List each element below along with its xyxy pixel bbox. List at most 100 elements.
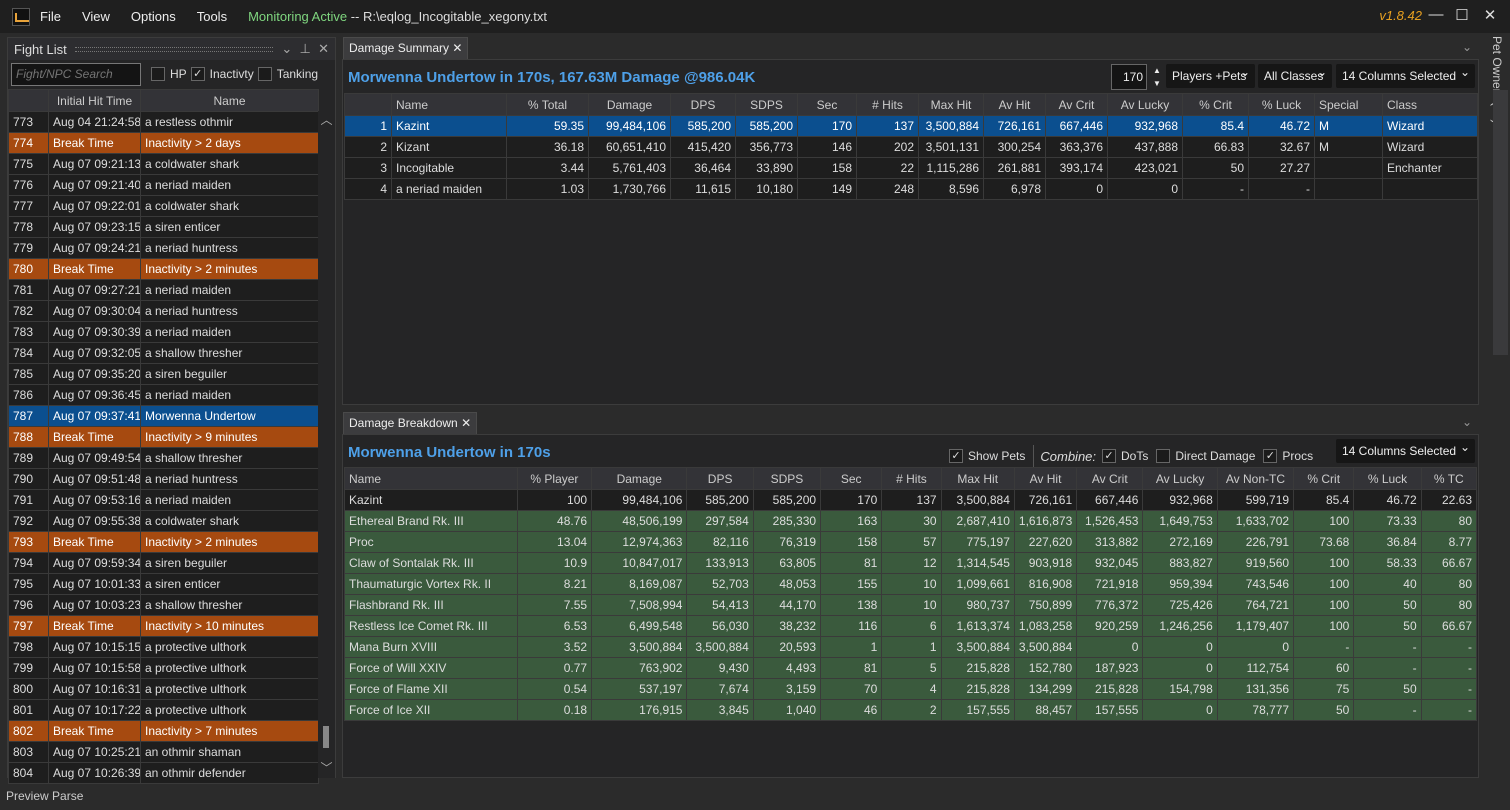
close-tab-icon[interactable]: ✕ (461, 416, 471, 430)
column-header[interactable]: DPS (670, 93, 736, 116)
column-header[interactable]: % Crit (1182, 93, 1249, 116)
fight-row[interactable]: 798 Aug 07 10:15:15 a protective ulthork (8, 636, 319, 658)
table-row[interactable]: 2 Kizant 36.18 60,651,410 415,420 356,773 146 2… (344, 136, 1478, 158)
column-header[interactable]: Max Hit (940, 467, 1015, 490)
columns-dropdown[interactable]: 14 Columns Selected (1336, 64, 1475, 88)
tab-damage-summary[interactable]: Damage Summary ✕ (343, 37, 469, 59)
close-tab-icon[interactable]: ✕ (452, 41, 462, 55)
fight-search-input[interactable] (11, 62, 141, 86)
fight-row[interactable]: 791 Aug 07 09:53:16 a neriad maiden (8, 489, 319, 511)
table-row[interactable]: Ethereal Brand Rk. III 48.76 48,506,199 297… (344, 510, 1478, 532)
scroll-up-icon[interactable]: ︿ (318, 111, 335, 128)
pin-icon[interactable]: ⊥ (300, 41, 311, 57)
column-header[interactable]: Av Non-TC (1216, 467, 1295, 490)
option-inactivty[interactable]: ✓ Inactivty (190, 67, 254, 81)
show-pets-checkbox[interactable]: ✓ (949, 449, 963, 463)
table-row[interactable]: Claw of Sontalak Rk. III 10.9 10,847,017 13… (344, 552, 1478, 574)
table-row[interactable]: Mana Burn XVIII 3.52 3,500,884 3,500,884 20,… (344, 636, 1478, 658)
panel-menu-icon[interactable]: ⌄ (1462, 40, 1472, 54)
minimize-button[interactable]: — (1426, 6, 1446, 26)
column-header[interactable]: Special (1314, 93, 1383, 116)
fight-row[interactable]: 781 Aug 07 09:27:21 a neriad maiden (8, 279, 319, 301)
fight-list-scrollbar[interactable]: ︿ ﹀ (318, 111, 335, 778)
tanking-checkbox[interactable] (257, 67, 272, 81)
hp-checkbox[interactable] (151, 67, 165, 81)
menu-options[interactable]: Options (131, 9, 176, 24)
fight-row[interactable]: 794 Aug 07 09:59:34 a siren beguiler (8, 552, 319, 574)
column-header[interactable] (8, 89, 49, 112)
break-row[interactable]: 797 Break Time Inactivity > 10 minutes (8, 615, 319, 637)
column-header[interactable]: % TC (1420, 467, 1478, 490)
column-header[interactable]: Av Crit (1076, 467, 1144, 490)
column-header[interactable]: Damage (591, 467, 688, 490)
table-row[interactable]: 3 Incogitable 3.44 5,761,403 36,464 33,890 158… (344, 157, 1478, 179)
break-row[interactable]: 774 Break Time Inactivity > 2 days (8, 132, 319, 154)
column-header[interactable]: Name (140, 89, 319, 112)
table-row[interactable]: Proc 13.04 12,974,363 82,116 76,319 158 57 775,… (344, 531, 1478, 553)
column-header[interactable]: % Luck (1248, 93, 1315, 116)
fight-row[interactable]: 778 Aug 07 09:23:15 a siren enticer (8, 216, 319, 238)
side-scrollbar[interactable] (1493, 90, 1508, 355)
column-header[interactable]: # Hits (881, 467, 942, 490)
time-input[interactable]: 170 (1111, 64, 1147, 90)
table-row[interactable]: 4a neriad maiden 1.03 1,730,766 11,615 10,18… (344, 178, 1478, 200)
player-filter-dropdown[interactable]: Players +Pets (1166, 64, 1255, 88)
column-header[interactable]: Av Hit (1013, 467, 1078, 490)
fight-row[interactable]: 782 Aug 07 09:30:04 a neriad huntress (8, 300, 319, 322)
close-button[interactable]: ✕ (1480, 6, 1500, 26)
column-header[interactable]: Name (391, 93, 507, 116)
scroll-thumb[interactable] (323, 726, 329, 748)
fight-row[interactable]: 795 Aug 07 10:01:33 a siren enticer (8, 573, 319, 595)
table-row[interactable]: Force of Ice XII 0.18 176,915 3,845 1,040 46 2… (344, 699, 1478, 721)
fight-row[interactable]: 784 Aug 07 09:32:05 a shallow thresher (8, 342, 319, 364)
fight-row[interactable]: 783 Aug 07 09:30:39 a neriad maiden (8, 321, 319, 343)
procs-checkbox[interactable]: ✓ (1263, 449, 1278, 463)
column-header[interactable]: Av Lucky (1142, 467, 1218, 490)
fight-row[interactable]: 786 Aug 07 09:36:45 a neriad maiden (8, 384, 319, 406)
column-header[interactable]: Name (344, 467, 518, 490)
table-row[interactable]: Kazint 100 99,484,106 585,200 585,200 170 137 3… (344, 489, 1478, 511)
table-row[interactable]: Force of Will XXIV 0.77 763,902 9,430 4,493 8… (344, 657, 1478, 679)
fight-row[interactable]: 792 Aug 07 09:55:38 a coldwater shark (8, 510, 319, 532)
column-header[interactable]: Sec (797, 93, 857, 116)
break-row[interactable]: 793 Break Time Inactivity > 2 minutes (8, 531, 319, 553)
fight-row[interactable]: 776 Aug 07 09:21:40 a neriad maiden (8, 174, 319, 196)
table-row[interactable]: 1 Kazint 59.35 99,484,106 585,200 585,200 170 1… (344, 115, 1478, 137)
column-header[interactable]: SDPS (735, 93, 798, 116)
break-row[interactable]: 788 Break Time Inactivity > 9 minutes (8, 426, 319, 448)
column-header[interactable]: # Hits (856, 93, 919, 116)
fight-row[interactable]: 777 Aug 07 09:22:01 a coldwater shark (8, 195, 319, 217)
panel-menu-icon[interactable]: ⌄ (1462, 415, 1472, 429)
column-header[interactable]: Av Crit (1045, 93, 1108, 116)
fight-row[interactable]: 801 Aug 07 10:17:22 a protective ulthork (8, 699, 319, 721)
fight-row[interactable]: 799 Aug 07 10:15:58 a protective ulthork (8, 657, 319, 679)
fight-row[interactable]: 803 Aug 07 10:25:21 an othmir shaman (8, 741, 319, 763)
scroll-down-icon[interactable]: ﹀ (318, 759, 335, 776)
dropdown-icon[interactable]: ⌄ (281, 41, 292, 57)
break-row[interactable]: 802 Break Time Inactivity > 7 minutes (8, 720, 319, 742)
fight-row[interactable]: 796 Aug 07 10:03:23 a shallow thresher (8, 594, 319, 616)
column-header[interactable]: Initial Hit Time (48, 89, 141, 112)
fight-row[interactable]: 789 Aug 07 09:49:54 a shallow thresher (8, 447, 319, 469)
fight-row[interactable]: 775 Aug 07 09:21:13 a coldwater shark (8, 153, 319, 175)
column-header[interactable]: % Luck (1353, 467, 1422, 490)
option-tanking[interactable]: Tanking (257, 67, 318, 81)
maximize-button[interactable]: ☐ (1452, 6, 1472, 26)
class-filter-dropdown[interactable]: All Classes (1258, 64, 1332, 88)
menu-tools[interactable]: Tools (197, 9, 227, 24)
tab-damage-breakdown[interactable]: Damage Breakdown ✕ (343, 412, 478, 434)
time-stepper[interactable]: ▲ ▼ (1150, 64, 1164, 90)
column-header[interactable]: % Crit (1293, 467, 1355, 490)
column-header[interactable]: Av Lucky (1107, 93, 1183, 116)
column-header[interactable]: SDPS (752, 467, 822, 490)
fight-row[interactable]: 773 Aug 04 21:24:58 a restless othmir (8, 111, 319, 133)
fight-row[interactable]: 787 Aug 07 09:37:41 Morwenna Undertow (8, 405, 319, 427)
table-row[interactable]: Force of Flame XII 0.54 537,197 7,674 3,159 7… (344, 678, 1478, 700)
column-header[interactable] (344, 93, 392, 116)
column-header[interactable]: DPS (686, 467, 754, 490)
table-row[interactable]: Flashbrand Rk. III 7.55 7,508,994 54,413 44,… (344, 594, 1478, 616)
column-header[interactable]: % Player (516, 467, 593, 490)
option-hp[interactable]: HP (151, 67, 187, 81)
column-header[interactable]: Max Hit (918, 93, 984, 116)
columns-dropdown[interactable]: 14 Columns Selected (1336, 439, 1475, 463)
